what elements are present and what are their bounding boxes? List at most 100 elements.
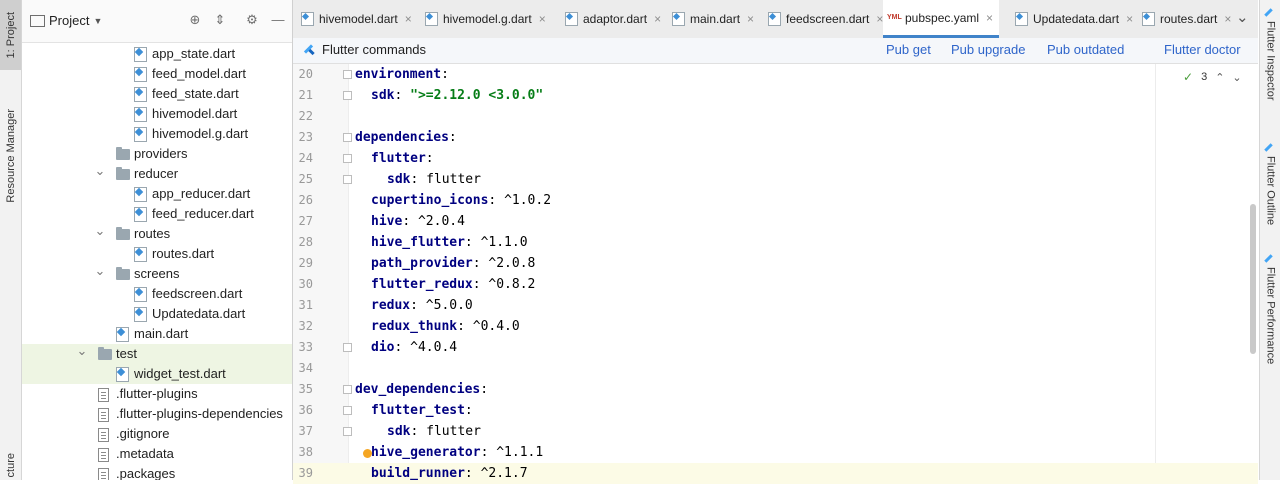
- fold-marker-icon[interactable]: [343, 70, 352, 79]
- tree-item[interactable]: widget_test.dart: [22, 364, 292, 384]
- check-icon: ✓: [1183, 70, 1194, 84]
- vertical-scrollbar-thumb[interactable]: [1250, 204, 1256, 354]
- code-line[interactable]: 24 flutter:: [293, 148, 1258, 169]
- flutter-outline-tab[interactable]: Flutter Outline: [1260, 143, 1280, 225]
- code-line[interactable]: 37 sdk: flutter: [293, 421, 1258, 442]
- flutter-performance-tab[interactable]: Flutter Performance: [1260, 254, 1280, 364]
- tree-item[interactable]: ⌄ routes: [22, 221, 292, 244]
- close-icon[interactable]: ×: [654, 12, 661, 26]
- lightbulb-icon[interactable]: [363, 449, 372, 458]
- tree-item[interactable]: hivemodel.g.dart: [22, 124, 292, 144]
- yaml-value: ^0.8.2: [488, 277, 536, 292]
- tree-item[interactable]: .metadata: [22, 444, 292, 464]
- code-line[interactable]: 32 redux_thunk: ^0.4.0: [293, 316, 1258, 337]
- next-highlight-icon[interactable]: ⌄: [1232, 71, 1241, 84]
- dart-file-icon: [134, 207, 147, 222]
- tree-item[interactable]: .flutter-plugins: [22, 384, 292, 404]
- fold-marker-icon[interactable]: [343, 427, 352, 436]
- fold-marker-icon[interactable]: [343, 133, 352, 142]
- code-line[interactable]: 21 sdk: ">=2.12.0 <3.0.0": [293, 85, 1258, 106]
- code-line[interactable]: 26 cupertino_icons: ^1.0.2: [293, 190, 1258, 211]
- code-line[interactable]: 28 hive_flutter: ^1.1.0: [293, 232, 1258, 253]
- fold-marker-icon[interactable]: [343, 406, 352, 415]
- editor-tab[interactable]: feedscreen.dart ×: [764, 0, 889, 38]
- code-line[interactable]: 31 redux: ^5.0.0: [293, 295, 1258, 316]
- fold-marker-icon[interactable]: [343, 154, 352, 163]
- close-icon[interactable]: ×: [986, 11, 993, 25]
- close-icon[interactable]: ×: [1224, 12, 1231, 26]
- close-icon[interactable]: ×: [1126, 12, 1133, 26]
- tree-item[interactable]: .packages: [22, 464, 292, 480]
- code-line[interactable]: 22: [293, 106, 1258, 127]
- project-tool-tab[interactable]: 1: Project: [0, 0, 21, 70]
- fold-marker-icon[interactable]: [343, 91, 352, 100]
- flutter-doctor-link[interactable]: Flutter doctor: [1164, 42, 1241, 57]
- code-line[interactable]: 39 build_runner: ^2.1.7: [293, 463, 1258, 484]
- yaml-separator: :: [394, 88, 411, 103]
- project-view-selector[interactable]: Project ▼: [30, 13, 102, 28]
- editor-tab[interactable]: hivemodel.g.dart ×: [421, 0, 552, 38]
- editor-tab[interactable]: main.dart ×: [668, 0, 760, 38]
- code-line[interactable]: 25 sdk: flutter: [293, 169, 1258, 190]
- close-icon[interactable]: ×: [747, 12, 754, 26]
- tree-item[interactable]: .flutter-plugins-dependencies: [22, 404, 292, 424]
- hide-panel-icon[interactable]: —: [270, 12, 286, 28]
- code-line[interactable]: 30 flutter_redux: ^0.8.2: [293, 274, 1258, 295]
- chevron-down-icon[interactable]: ⌄: [94, 261, 106, 281]
- locate-icon[interactable]: ⊕: [187, 12, 203, 28]
- fold-marker-icon[interactable]: [343, 343, 352, 352]
- editor-tab[interactable]: YML pubspec.yaml ×: [883, 0, 1000, 38]
- tree-item[interactable]: ⌄ reducer: [22, 161, 292, 184]
- flutter-icon: [305, 44, 316, 56]
- pub-upgrade-link[interactable]: Pub upgrade: [951, 42, 1025, 57]
- code-line[interactable]: 27 hive: ^2.0.4: [293, 211, 1258, 232]
- tree-item[interactable]: ⌄ screens: [22, 261, 292, 284]
- code-line[interactable]: 38 hive_generator: ^1.1.1: [293, 442, 1258, 463]
- collapse-all-icon[interactable]: ⇕: [212, 12, 228, 28]
- fold-marker-icon[interactable]: [343, 385, 352, 394]
- tree-item[interactable]: .gitignore: [22, 424, 292, 444]
- pub-outdated-link[interactable]: Pub outdated: [1047, 42, 1124, 57]
- tree-item[interactable]: ⌄ test: [22, 341, 292, 364]
- tree-item[interactable]: providers: [22, 144, 292, 164]
- chevron-down-icon[interactable]: ⌄: [94, 221, 106, 241]
- code-line[interactable]: 29 path_provider: ^2.0.8: [293, 253, 1258, 274]
- close-icon[interactable]: ×: [405, 12, 412, 26]
- chevron-down-icon[interactable]: ⌄: [1236, 8, 1249, 26]
- previous-highlight-icon[interactable]: ⌃: [1215, 71, 1224, 84]
- structure-tool-tab[interactable]: cture: [0, 450, 21, 480]
- code-editor[interactable]: 20 environment: 21 sdk: ">=2.12.0 <3.0.0" 22…: [293, 64, 1258, 484]
- tree-item[interactable]: hivemodel.dart: [22, 104, 292, 124]
- editor-tab[interactable]: routes.dart ×: [1138, 0, 1237, 38]
- close-icon[interactable]: ×: [539, 12, 546, 26]
- gear-icon[interactable]: ⚙: [244, 12, 260, 28]
- fold-marker-icon[interactable]: [343, 175, 352, 184]
- code-line[interactable]: 35 dev_dependencies:: [293, 379, 1258, 400]
- code-line[interactable]: 20 environment:: [293, 64, 1258, 85]
- flutter-icon: [1266, 143, 1275, 153]
- yaml-value: ^2.0.4: [417, 214, 465, 229]
- code-line[interactable]: 23 dependencies:: [293, 127, 1258, 148]
- tree-item[interactable]: feed_model.dart: [22, 64, 292, 84]
- editor-tab[interactable]: adaptor.dart ×: [561, 0, 667, 38]
- tree-item[interactable]: feed_state.dart: [22, 84, 292, 104]
- flutter-inspector-tab[interactable]: Flutter Inspector: [1260, 8, 1280, 100]
- tree-item[interactable]: main.dart: [22, 324, 292, 344]
- tree-item[interactable]: app_state.dart: [22, 44, 292, 64]
- tree-item[interactable]: app_reducer.dart: [22, 184, 292, 204]
- editor-tab[interactable]: hivemodel.dart ×: [297, 0, 418, 38]
- resource-manager-tool-tab[interactable]: Resource Manager: [0, 96, 21, 216]
- code-line[interactable]: 34: [293, 358, 1258, 379]
- tree-item[interactable]: Updatedata.dart: [22, 304, 292, 324]
- chevron-down-icon[interactable]: ⌄: [76, 341, 88, 361]
- tree-item[interactable]: feed_reducer.dart: [22, 204, 292, 224]
- yaml-key: cupertino_icons: [371, 193, 489, 208]
- inspection-widget[interactable]: ✓ 3 ⌃ ⌄: [1183, 70, 1242, 84]
- editor-tab[interactable]: Updatedata.dart ×: [1011, 0, 1139, 38]
- tree-item[interactable]: routes.dart: [22, 244, 292, 264]
- code-line[interactable]: 36 flutter_test:: [293, 400, 1258, 421]
- code-line[interactable]: 33 dio: ^4.0.4: [293, 337, 1258, 358]
- tree-item[interactable]: feedscreen.dart: [22, 284, 292, 304]
- pub-get-link[interactable]: Pub get: [886, 42, 931, 57]
- chevron-down-icon[interactable]: ⌄: [94, 161, 106, 181]
